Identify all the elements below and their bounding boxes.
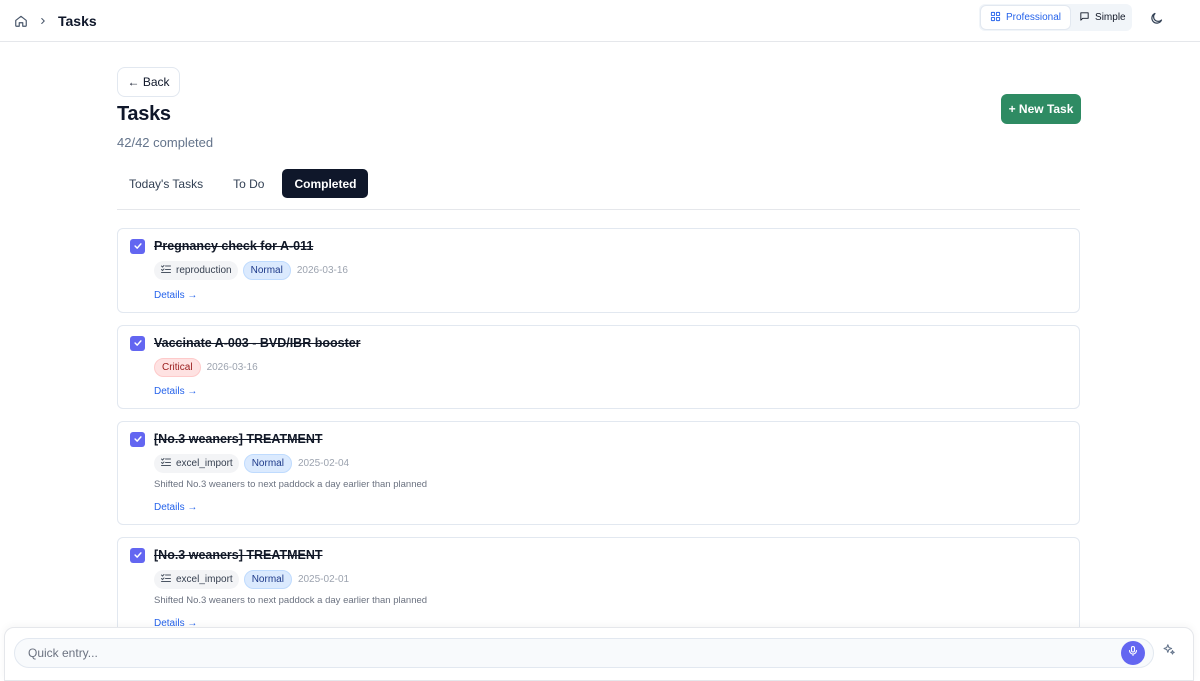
tabs-divider <box>117 209 1080 210</box>
check-icon <box>133 238 143 256</box>
task-date: 2026-03-16 <box>206 361 258 373</box>
task-meta: Critical 2026-03-16 <box>154 357 258 377</box>
list-check-icon <box>160 456 172 471</box>
task-title: [No.3 weaners] TREATMENT <box>154 548 323 562</box>
check-icon <box>133 335 143 353</box>
task-note: Shifted No.3 weaners to next paddock a d… <box>154 479 428 490</box>
mode-professional-label: Professional <box>1006 12 1062 23</box>
page-title: Tasks <box>117 103 171 125</box>
task-tabs: Today's Tasks To Do Completed <box>117 169 374 198</box>
priority-badge: Normal <box>242 260 291 280</box>
task-note: Shifted No.3 weaners to next paddock a d… <box>154 595 428 606</box>
breadcrumb-current: Tasks <box>58 12 97 29</box>
task-card: [No.3 weaners] TREATMENT excel_import No… <box>117 537 1080 641</box>
task-checkbox[interactable] <box>130 548 145 563</box>
list-check-icon <box>160 263 172 278</box>
completion-progress: 42/42 completed <box>117 135 214 150</box>
tab-completed[interactable]: Completed <box>282 169 369 198</box>
check-icon <box>133 431 143 449</box>
task-checkbox[interactable] <box>130 239 145 254</box>
task-card: Pregnancy check for A-011 reproduction N… <box>117 228 1080 313</box>
task-date: 2025-02-04 <box>297 457 350 469</box>
category-label: excel_import <box>176 573 233 585</box>
theme-toggle-button[interactable] <box>1149 11 1165 27</box>
priority-badge: Normal <box>243 569 292 589</box>
mode-simple-button[interactable]: Simple <box>1070 6 1135 29</box>
task-card: [No.3 weaners] TREATMENT excel_import No… <box>117 421 1080 525</box>
task-checkbox[interactable] <box>130 336 145 351</box>
breadcrumb: Tasks <box>14 13 97 29</box>
quick-entry-input[interactable] <box>14 638 1154 668</box>
task-date: 2025-02-01 <box>297 573 350 585</box>
category-label: excel_import <box>176 457 233 469</box>
sparkles-icon <box>1162 643 1176 659</box>
home-icon[interactable] <box>14 14 28 28</box>
task-meta: excel_import Normal 2025-02-04 <box>154 453 349 473</box>
back-button[interactable]: ← Back <box>117 67 180 97</box>
priority-badge: Normal <box>243 453 292 473</box>
chevron-right-icon <box>38 16 48 26</box>
task-card: Vaccinate A-003 - BVD/IBR booster Critic… <box>117 325 1080 409</box>
quick-entry-bar <box>4 627 1194 681</box>
category-tag: excel_import <box>154 453 239 473</box>
task-meta: reproduction Normal 2026-03-16 <box>154 260 348 280</box>
check-icon <box>133 547 143 565</box>
details-link[interactable]: Details → <box>154 386 197 397</box>
mode-simple-label: Simple <box>1095 12 1126 23</box>
details-link[interactable]: Details → <box>154 290 197 301</box>
top-bar: Tasks Professional Simple <box>0 0 1200 42</box>
tab-todays-tasks[interactable]: Today's Tasks <box>117 169 215 198</box>
task-title: Pregnancy check for A-011 <box>154 239 314 253</box>
task-date: 2026-03-16 <box>296 264 348 276</box>
task-title: [No.3 weaners] TREATMENT <box>154 432 323 446</box>
task-checkbox[interactable] <box>130 432 145 447</box>
ai-assist-button[interactable] <box>1162 643 1178 659</box>
mode-professional-button[interactable]: Professional <box>981 6 1071 29</box>
grid-icon <box>990 11 1001 25</box>
new-task-button[interactable]: + New Task <box>1001 94 1081 124</box>
message-icon <box>1079 11 1090 25</box>
details-link[interactable]: Details → <box>154 502 197 513</box>
list-check-icon <box>160 572 172 587</box>
voice-input-button[interactable] <box>1121 641 1145 665</box>
tab-to-do[interactable]: To Do <box>221 169 276 198</box>
category-tag: reproduction <box>154 260 238 280</box>
mic-icon <box>1127 644 1139 662</box>
category-tag: excel_import <box>154 569 239 589</box>
moon-icon <box>1149 11 1164 27</box>
task-title: Vaccinate A-003 - BVD/IBR booster <box>154 336 361 350</box>
priority-badge: Critical <box>154 357 201 377</box>
view-mode-switch: Professional Simple <box>979 4 1132 31</box>
task-meta: excel_import Normal 2025-02-01 <box>154 569 349 589</box>
category-label: reproduction <box>176 264 232 276</box>
